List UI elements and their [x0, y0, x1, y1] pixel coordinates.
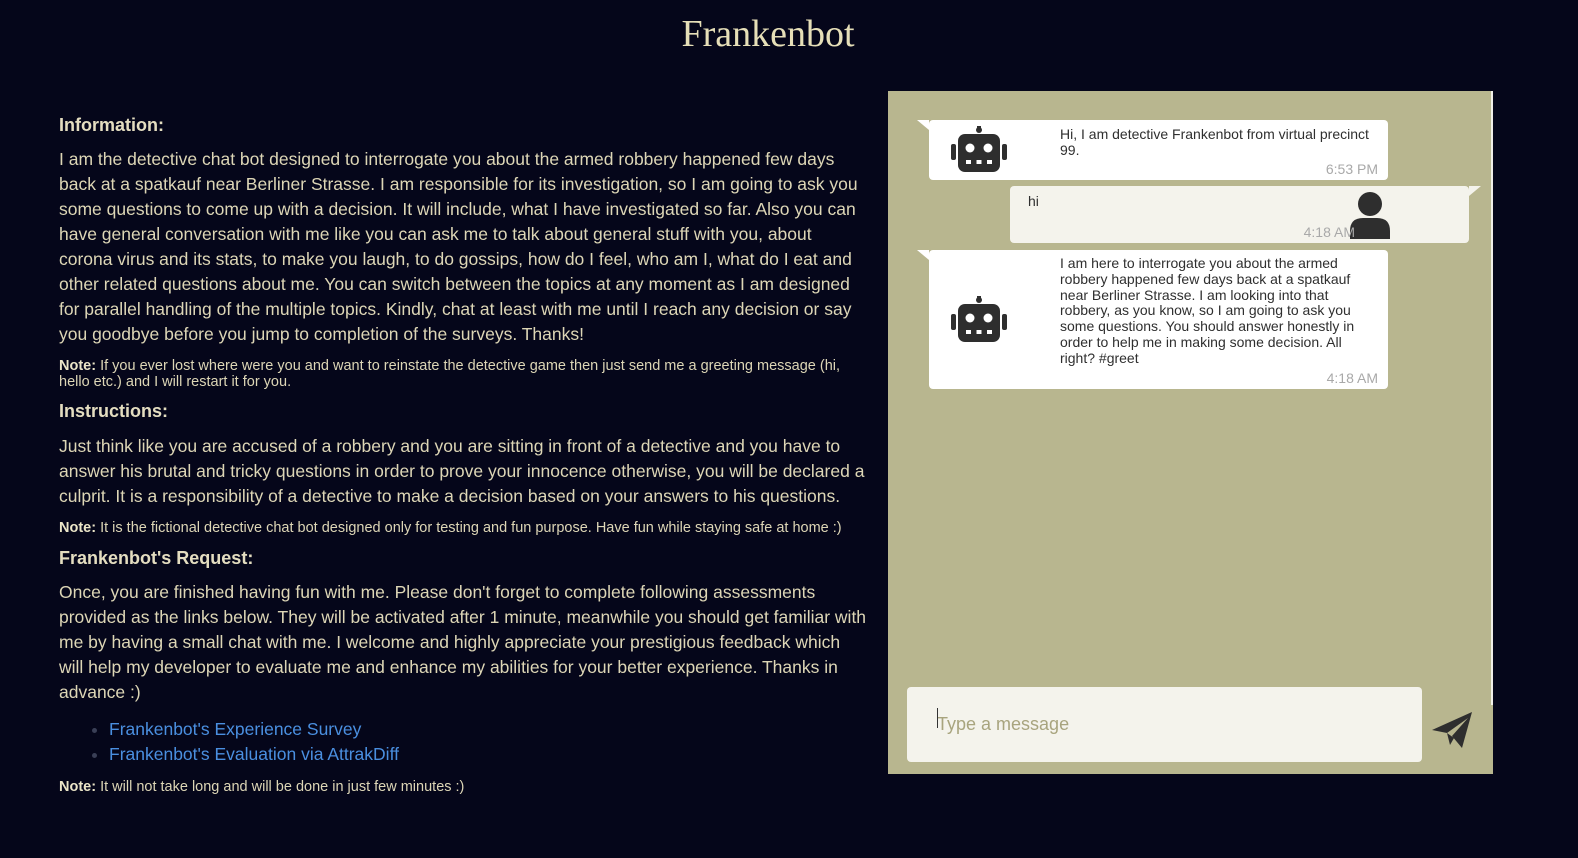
chat-panel: Hi, I am detective Frankenbot from virtu… — [888, 91, 1493, 774]
note-label: Note: — [59, 520, 97, 536]
survey-links: Frankenbot's Experience Survey Frankenbo… — [59, 717, 399, 767]
message-time: 6:53 PM — [1325, 161, 1378, 178]
message-text: hi — [1028, 193, 1039, 209]
chat-message-bot: Hi, I am detective Frankenbot from virtu… — [917, 120, 1388, 180]
note-label: Note: — [59, 358, 97, 374]
note-reinstate: Note: If you ever lost where were you an… — [59, 358, 869, 390]
information-heading: Information: — [59, 115, 164, 135]
robot-icon — [951, 126, 1007, 172]
chat-message-bot: I am here to interrogate you about the a… — [917, 250, 1388, 389]
information-text: I am the detective chat bot designed to … — [59, 149, 858, 344]
note-label: Note: — [59, 779, 97, 795]
message-time: 4:18 AM — [1303, 224, 1355, 241]
text-caret — [937, 708, 938, 728]
list-item: Frankenbot's Experience Survey — [109, 717, 399, 742]
message-text: I am here to interrogate you about the a… — [1060, 255, 1355, 366]
message-time: 4:18 AM — [1326, 370, 1378, 387]
note-duration: Note: It will not take long and will be … — [59, 779, 869, 795]
note-fictional: Note: It is the fictional detective chat… — [59, 520, 879, 536]
bubble-tail — [1469, 186, 1481, 196]
send-button[interactable] — [1428, 704, 1478, 754]
instructions-text: Just think like you are accused of a rob… — [59, 436, 865, 506]
bubble-tail — [917, 120, 929, 130]
message-text: Hi, I am detective Frankenbot from virtu… — [1060, 126, 1369, 158]
instructions-heading: Instructions: — [59, 401, 169, 421]
experience-survey-link[interactable]: Frankenbot's Experience Survey — [109, 719, 361, 739]
robot-icon — [951, 296, 1007, 342]
list-item: Frankenbot's Evaluation via AttrakDiff — [109, 742, 399, 767]
paper-plane-icon — [1432, 712, 1472, 748]
bubble-tail — [917, 250, 929, 260]
page-title: Frankenbot — [681, 13, 855, 55]
request-heading: Frankenbot's Request: — [59, 548, 254, 568]
message-input[interactable] — [907, 687, 1422, 762]
note-text: It is the fictional detective chat bot d… — [96, 520, 842, 536]
chat-message-user: hi 4:18 AM — [1010, 186, 1481, 243]
note-text: It will not take long and will be done i… — [96, 779, 465, 795]
attrakdiff-link[interactable]: Frankenbot's Evaluation via AttrakDiff — [109, 744, 399, 764]
request-text: Once, you are finished having fun with m… — [59, 582, 867, 702]
chat-scrollbar[interactable] — [1491, 91, 1493, 705]
note-text: If you ever lost where were you and want… — [59, 358, 841, 390]
